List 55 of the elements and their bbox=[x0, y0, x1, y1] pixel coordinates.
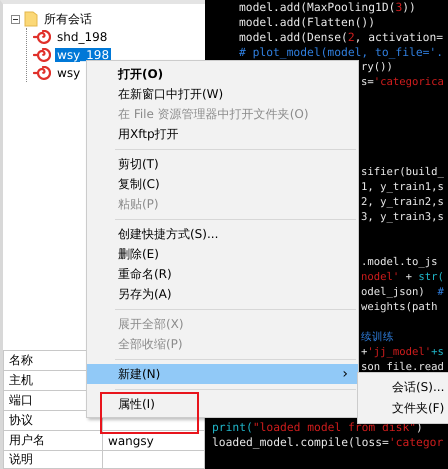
submenu-arrow-icon: › bbox=[342, 366, 348, 382]
code-token: model.add(MaxPooling1D( bbox=[239, 1, 396, 14]
code-token: 3, y_train3,s bbox=[361, 211, 444, 223]
tree-item[interactable]: wsy bbox=[55, 66, 82, 80]
code-token: str( bbox=[418, 271, 444, 283]
code-token: odel_json) bbox=[361, 286, 426, 298]
menu-item[interactable]: 复制(C) bbox=[87, 174, 358, 194]
tree-item[interactable]: 所有会话 bbox=[42, 10, 94, 28]
tree-item[interactable]: wsy_198 bbox=[55, 48, 112, 62]
property-name: 用户名 bbox=[4, 430, 102, 450]
code-token: .model.to_js bbox=[361, 256, 438, 268]
code-token: 'categorica bbox=[374, 76, 444, 88]
menu-item[interactable]: 剪切(T) bbox=[87, 154, 358, 174]
code-token: s= bbox=[361, 76, 374, 88]
code-token: nodel' bbox=[361, 271, 400, 283]
code-token: 2, y_train2,s bbox=[361, 196, 444, 208]
code-token: loaded_model.compile(loss= bbox=[212, 436, 389, 449]
code-token: model.add(Flatten()) bbox=[239, 16, 376, 29]
code-token: +s bbox=[431, 346, 444, 358]
code-token: )) bbox=[402, 1, 416, 14]
code-token: 续训练 bbox=[361, 331, 394, 343]
code-token: sifier(build_ bbox=[361, 166, 444, 178]
code-token: + bbox=[361, 346, 368, 358]
menu-item[interactable]: 会话(S)... bbox=[358, 377, 448, 398]
code-token: model.add(Dense( bbox=[239, 31, 348, 44]
menu-item[interactable]: 用Xftp打开 bbox=[87, 124, 358, 144]
folder-icon bbox=[24, 11, 38, 27]
code-token: print( bbox=[212, 421, 253, 434]
code-token: son_file.read bbox=[361, 361, 444, 373]
code-token: 'jj_model' bbox=[367, 346, 432, 358]
menu-item[interactable]: 另存为(A) bbox=[87, 284, 358, 304]
menu-item[interactable]: 打开(O) bbox=[87, 64, 358, 84]
spiral-icon bbox=[33, 66, 51, 80]
property-value: wangsy bbox=[108, 434, 154, 448]
menu-item[interactable]: 创建快捷方式(S)... bbox=[87, 224, 358, 244]
menu-item[interactable]: 重命名(R) bbox=[87, 264, 358, 284]
code-token: 1, y_train1,s bbox=[361, 181, 444, 193]
menu-item[interactable]: 在新窗口中打开(W) bbox=[87, 84, 358, 104]
spiral-icon bbox=[33, 30, 51, 44]
code-token: # bbox=[438, 286, 444, 298]
code-token: weights(path bbox=[361, 301, 438, 313]
code-token: , activation= bbox=[354, 31, 444, 44]
code-token: 'categor bbox=[388, 436, 444, 449]
spiral-icon bbox=[33, 48, 51, 62]
code-token: 2 bbox=[348, 31, 355, 44]
property-name: 说明 bbox=[4, 450, 102, 468]
menu-item[interactable]: 新建(N) › bbox=[87, 364, 358, 384]
menu-item[interactable]: 删除(E) bbox=[87, 244, 358, 264]
code-token: # plot_model(model, to_file='. bbox=[239, 46, 444, 59]
menu-item[interactable]: 文件夹(F) bbox=[358, 398, 448, 419]
code-token: ry()) bbox=[361, 61, 393, 73]
code-token: 3 bbox=[395, 1, 402, 14]
tree-item[interactable]: shd_198 bbox=[55, 30, 110, 44]
collapse-icon[interactable] bbox=[11, 14, 20, 24]
code-token: + bbox=[404, 271, 414, 283]
